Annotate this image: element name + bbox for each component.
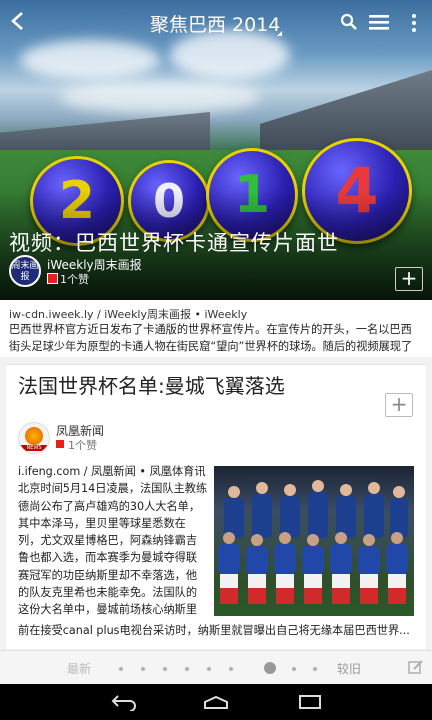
- system-nav-bar: [0, 684, 432, 720]
- ifeng-logo-text: NEWS: [19, 445, 49, 451]
- recents-icon[interactable]: [298, 694, 322, 714]
- article2-title[interactable]: 法国世界杯名单:曼城飞翼落选: [18, 370, 285, 399]
- team-photo[interactable]: [214, 466, 414, 616]
- hero-likes: 1个赞: [60, 273, 89, 286]
- page-dot[interactable]: [163, 667, 167, 671]
- title-dropdown-indicator: [277, 31, 282, 36]
- ifeng-avatar[interactable]: NEWS: [18, 422, 50, 454]
- article1-source[interactable]: iw-cdn.iweek.ly / iWeekly周末画报 • iWeekly: [9, 306, 247, 322]
- flipboard-flag-icon: [56, 440, 64, 448]
- back-arrow-icon[interactable]: [8, 10, 28, 36]
- iweekly-avatar[interactable]: 周末画报: [9, 255, 41, 287]
- page-dot[interactable]: [185, 667, 189, 671]
- article-card-2[interactable]: 法国世界杯名单:曼城飞翼落选 + NEWS 凤凰新闻 1个赞 i.ifeng.c…: [6, 364, 426, 649]
- overflow-icon[interactable]: [411, 13, 417, 37]
- ifeng-logo-icon: [25, 427, 43, 445]
- article-card-1[interactable]: iw-cdn.iweek.ly / iWeekly周末画报 • iWeekly …: [0, 300, 432, 357]
- article2-body-last-line: 前在接受canal plus电视台采访时，纳斯里就冒曝出自己将无缘本届巴西世界.…: [18, 624, 410, 637]
- page-dot[interactable]: [313, 667, 317, 671]
- flipboard-flag-icon: [47, 273, 58, 284]
- avatar-logo-text: 周末画报: [11, 261, 39, 282]
- pager-bar: 最新 较旧: [0, 650, 432, 685]
- compose-icon[interactable]: [408, 659, 424, 679]
- section-title[interactable]: 聚焦巴西 2014: [150, 10, 280, 37]
- page-dot[interactable]: [141, 667, 145, 671]
- page-dot[interactable]: [292, 667, 296, 671]
- page-dot[interactable]: [207, 667, 211, 671]
- page-dot[interactable]: [119, 667, 123, 671]
- sky-cloud: [60, 80, 260, 114]
- article2-likes: 1个赞: [68, 439, 97, 452]
- page-dot-active[interactable]: [264, 662, 276, 674]
- add-button[interactable]: +: [395, 267, 423, 291]
- hero-headline[interactable]: 视频：巴西世界杯卡通宣传片面世: [9, 227, 339, 257]
- article2-source-and-text: i.ifeng.com / 凤凰新闻 • 凤凰体育讯北京时间5月14日凌晨，法国…: [18, 465, 208, 617]
- article2-body: i.ifeng.com / 凤凰新闻 • 凤凰体育讯北京时间5月14日凌晨，法国…: [18, 463, 208, 619]
- back-icon[interactable]: [110, 693, 138, 715]
- add-button[interactable]: +: [385, 393, 413, 417]
- page-dot[interactable]: [229, 667, 233, 671]
- newest-button[interactable]: 最新: [67, 660, 91, 677]
- article1-excerpt: 巴西世界杯官方近日发布了卡通版的世界杯宣传片。在宣传片的开头，一名以巴西街头足球…: [9, 323, 413, 353]
- home-icon[interactable]: [201, 695, 231, 714]
- sky-cloud: [20, 40, 160, 80]
- search-icon[interactable]: [340, 13, 358, 35]
- older-button[interactable]: 较旧: [337, 660, 361, 677]
- top-bar: 聚焦巴西 2014: [0, 0, 432, 46]
- menu-icon[interactable]: [368, 13, 390, 35]
